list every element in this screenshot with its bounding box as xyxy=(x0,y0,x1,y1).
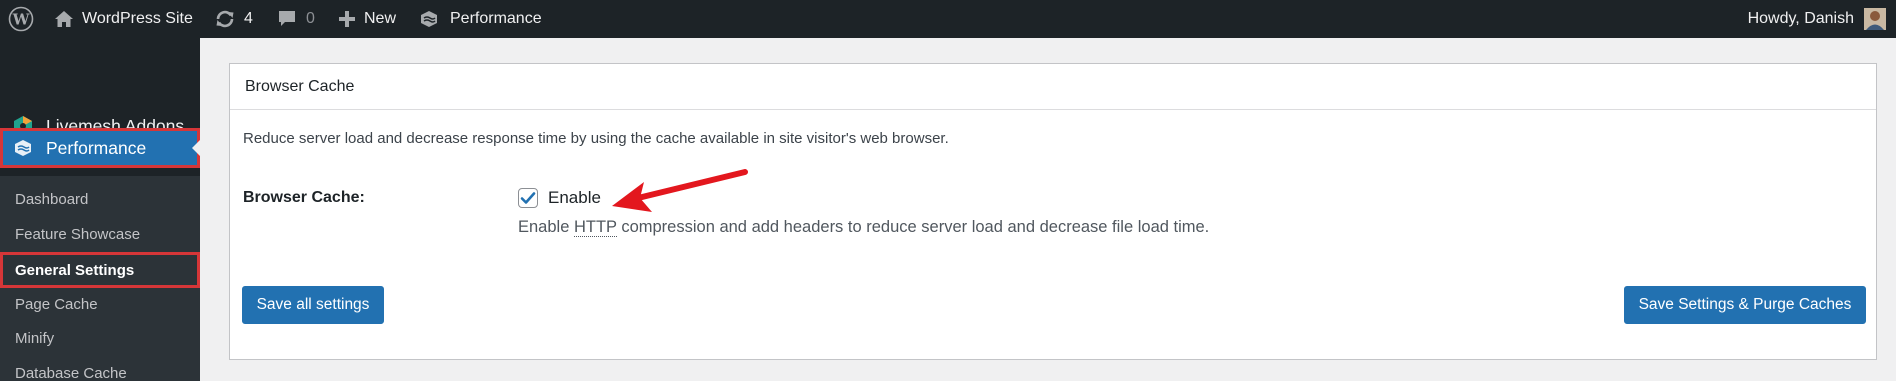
plus-icon xyxy=(338,10,356,28)
performance-submenu: Dashboard Feature Showcase General Setti… xyxy=(0,176,200,381)
submenu-feature-showcase[interactable]: Feature Showcase xyxy=(0,217,200,251)
site-name-link[interactable]: WordPress Site xyxy=(54,0,193,38)
panel-intro: Reduce server load and decrease response… xyxy=(243,130,949,147)
submenu-minify[interactable]: Minify xyxy=(0,321,200,355)
submenu-general-settings[interactable]: General Settings xyxy=(0,252,200,288)
panel-header: Browser Cache xyxy=(230,64,1876,110)
updates-icon xyxy=(214,9,236,29)
http-abbr: HTTP xyxy=(573,218,617,237)
admin-bar: W WordPress Site 4 0 New Performance How… xyxy=(0,0,1896,38)
browser-cache-field-label: Browser Cache: xyxy=(243,189,365,206)
submenu-page-cache[interactable]: Page Cache xyxy=(0,287,200,321)
svg-text:W: W xyxy=(12,11,31,29)
updates-link[interactable]: 4 xyxy=(214,0,253,38)
site-name: WordPress Site xyxy=(82,10,193,27)
performance-menu-icon xyxy=(12,137,34,159)
enable-checkbox-label[interactable]: Enable xyxy=(548,188,601,208)
annotation-arrow-icon xyxy=(612,169,748,212)
browser-cache-description: Enable HTTP compression and add headers … xyxy=(518,218,1210,237)
submenu-dashboard[interactable]: Dashboard xyxy=(0,182,200,216)
menu-performance[interactable]: Performance xyxy=(0,128,200,168)
performance-bar-link[interactable]: Performance xyxy=(418,0,542,38)
updates-count: 4 xyxy=(244,10,253,27)
checkmark-icon xyxy=(520,192,536,204)
current-menu-arrow xyxy=(192,140,200,156)
comments-link[interactable]: 0 xyxy=(277,0,315,38)
save-all-settings-button[interactable]: Save all settings xyxy=(242,286,384,324)
save-and-purge-button[interactable]: Save Settings & Purge Caches xyxy=(1624,286,1866,324)
panel-title: Browser Cache xyxy=(245,77,355,95)
new-content-link[interactable]: New xyxy=(338,0,396,38)
performance-icon xyxy=(418,8,440,30)
new-label: New xyxy=(364,10,397,27)
my-account-link[interactable]: Howdy, Danish xyxy=(1748,0,1886,38)
greeting: Howdy, Danish xyxy=(1747,10,1854,27)
browser-cache-panel: Browser Cache Reduce server load and dec… xyxy=(229,63,1877,360)
submenu-database-cache[interactable]: Database Cache xyxy=(0,356,200,381)
admin-sidebar: Livemesh Addons Performance Dashboard Fe… xyxy=(0,38,200,381)
comments-count: 0 xyxy=(306,10,315,27)
avatar xyxy=(1864,8,1886,30)
performance-bar-label: Performance xyxy=(450,10,542,27)
wordpress-logo-icon[interactable]: W xyxy=(8,0,34,38)
home-icon xyxy=(54,10,74,28)
browser-cache-enable-checkbox[interactable] xyxy=(518,188,538,208)
menu-performance-label: Performance xyxy=(46,137,147,158)
comment-icon xyxy=(277,9,297,29)
